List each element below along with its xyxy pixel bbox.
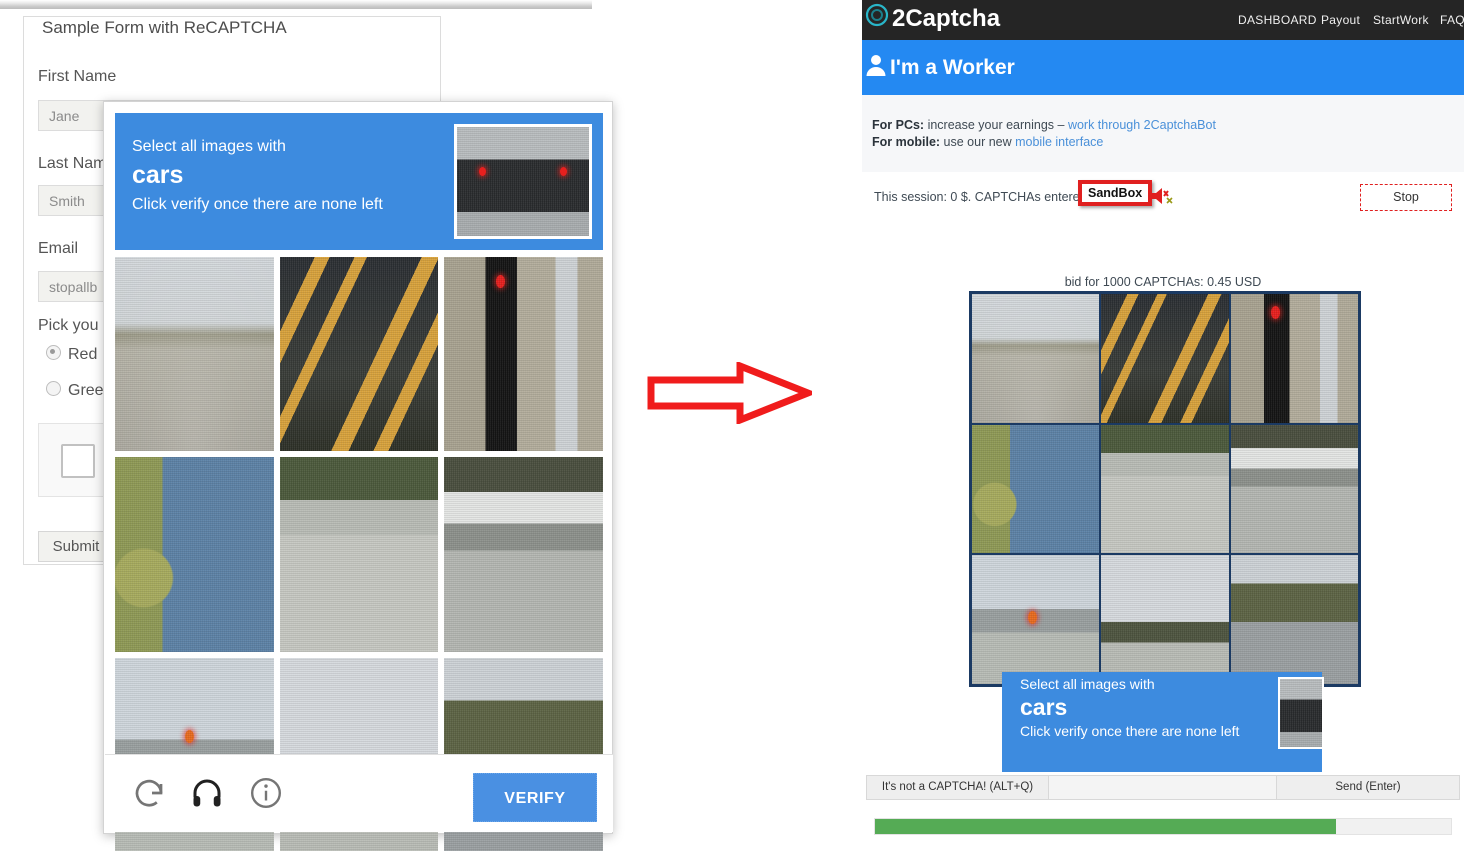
sample-form-page: Sample Form with ReCAPTCHA First Name Ja… [0,0,862,851]
nav-link-dashboard[interactable]: DASHBOARD [1238,0,1317,40]
nav-link-startwork[interactable]: StartWork [1373,0,1429,40]
right-arrow-icon [647,360,818,426]
headphones-icon[interactable] [189,775,225,811]
challenge-instruction-line3: Click verify once there are none left [132,196,383,213]
challenge-instruction-line1: Select all images with [132,138,286,155]
challenge-tile-3[interactable] [444,257,603,452]
challenge-tile-1[interactable] [115,257,274,452]
first-name-label: First Name [38,68,117,85]
nav-link-faq[interactable]: FAQ [1440,0,1464,40]
worker-tile-5[interactable] [1100,423,1230,555]
sound-muted-icon[interactable] [1150,185,1176,207]
info-mobile-text: use our new [940,135,1016,149]
browser-top-strip [0,0,592,9]
overlay-example-thumbnail [1278,677,1324,749]
challenge-footer: VERIFY [105,754,613,832]
radio-red[interactable]: Red [46,345,97,364]
form-legend: Sample Form with ReCAPTCHA [36,18,293,38]
not-a-captcha-button[interactable]: It's not a CAPTCHA! (ALT+Q) [867,776,1049,799]
worker-tile-4[interactable] [971,423,1101,555]
brand-name[interactable]: 2Captcha [892,0,1000,38]
top-navbar: 2Captcha DASHBOARD Payout StartWork FAQ [862,0,1464,40]
info-pc-link[interactable]: work through 2CaptchaBot [1068,118,1216,132]
worker-tile-9[interactable] [1229,554,1359,685]
worker-tile-7[interactable] [971,554,1101,685]
radio-red-label: Red [68,346,98,363]
overlay-instruction-line3: Click verify once there are none left [1020,723,1240,739]
challenge-tile-6[interactable] [444,457,603,652]
2captcha-logo-icon [864,2,890,28]
info-band: For PCs: increase your earnings – work t… [862,95,1464,173]
time-progress-fill [875,819,1336,834]
overlay-target-word: cars [1020,694,1068,720]
worker-icon [865,53,887,77]
worker-tile-8[interactable] [1100,554,1230,685]
reload-icon[interactable] [131,775,167,811]
radio-dot-icon [46,381,61,396]
challenge-tile-5[interactable] [279,457,439,652]
info-pc-prefix: For PCs: [872,118,925,132]
verify-button[interactable]: VERIFY [473,773,597,822]
worker-tile-3[interactable] [1229,293,1359,424]
info-line-mobile: For mobile: use our new mobile interface [872,135,1103,149]
color-group-label: Pick you [38,317,99,334]
sandbox-badge: SandBox [1078,180,1153,206]
recaptcha-checkbox[interactable] [61,444,95,478]
time-progress-bar [874,818,1452,835]
info-pc-text: increase your earnings – [924,118,1068,132]
radio-dot-icon [46,345,61,360]
worker-challenge-overlay: Select all images with cars Click verify… [1002,672,1324,772]
answer-input[interactable] [1049,776,1277,799]
worker-tile-1[interactable] [971,293,1101,424]
info-mobile-prefix: For mobile: [872,135,941,149]
stop-button[interactable]: Stop [1360,184,1452,211]
challenge-target-word: cars [132,161,184,189]
challenge-example-thumbnail [454,124,592,239]
2captcha-worker-page: 2Captcha DASHBOARD Payout StartWork FAQ … [862,0,1464,851]
email-label: Email [38,240,79,257]
info-mobile-link[interactable]: mobile interface [1015,135,1103,149]
info-line-pc: For PCs: increase your earnings – work t… [872,118,1216,132]
overlay-instruction-line1: Select all images with [1020,676,1155,692]
info-icon[interactable] [248,775,284,811]
send-button[interactable]: Send (Enter) [1277,776,1459,799]
worker-title: I'm a Worker [890,56,1015,79]
bid-info-text: bid for 1000 CAPTCHAs: 0.45 USD [1064,275,1262,289]
session-row: This session: 0 $. CAPTCHAs entered: 0 S… [862,172,1464,222]
worker-tile-6[interactable] [1229,423,1359,555]
worker-action-bar: It's not a CAPTCHA! (ALT+Q) Send (Enter) [866,775,1460,800]
worker-tile-2[interactable] [1100,293,1230,424]
session-status-text: This session: 0 $. CAPTCHAs entered: 0 [874,190,1101,204]
worker-image-grid [969,291,1361,687]
challenge-tile-4[interactable] [115,457,274,652]
nav-link-payout[interactable]: Payout [1321,0,1360,40]
challenge-tile-2[interactable] [279,257,439,452]
challenge-header: Select all images with cars Click verify… [115,113,603,250]
recaptcha-challenge-popup: Select all images with cars Click verify… [103,101,613,851]
worker-banner: I'm a Worker [862,40,1464,95]
